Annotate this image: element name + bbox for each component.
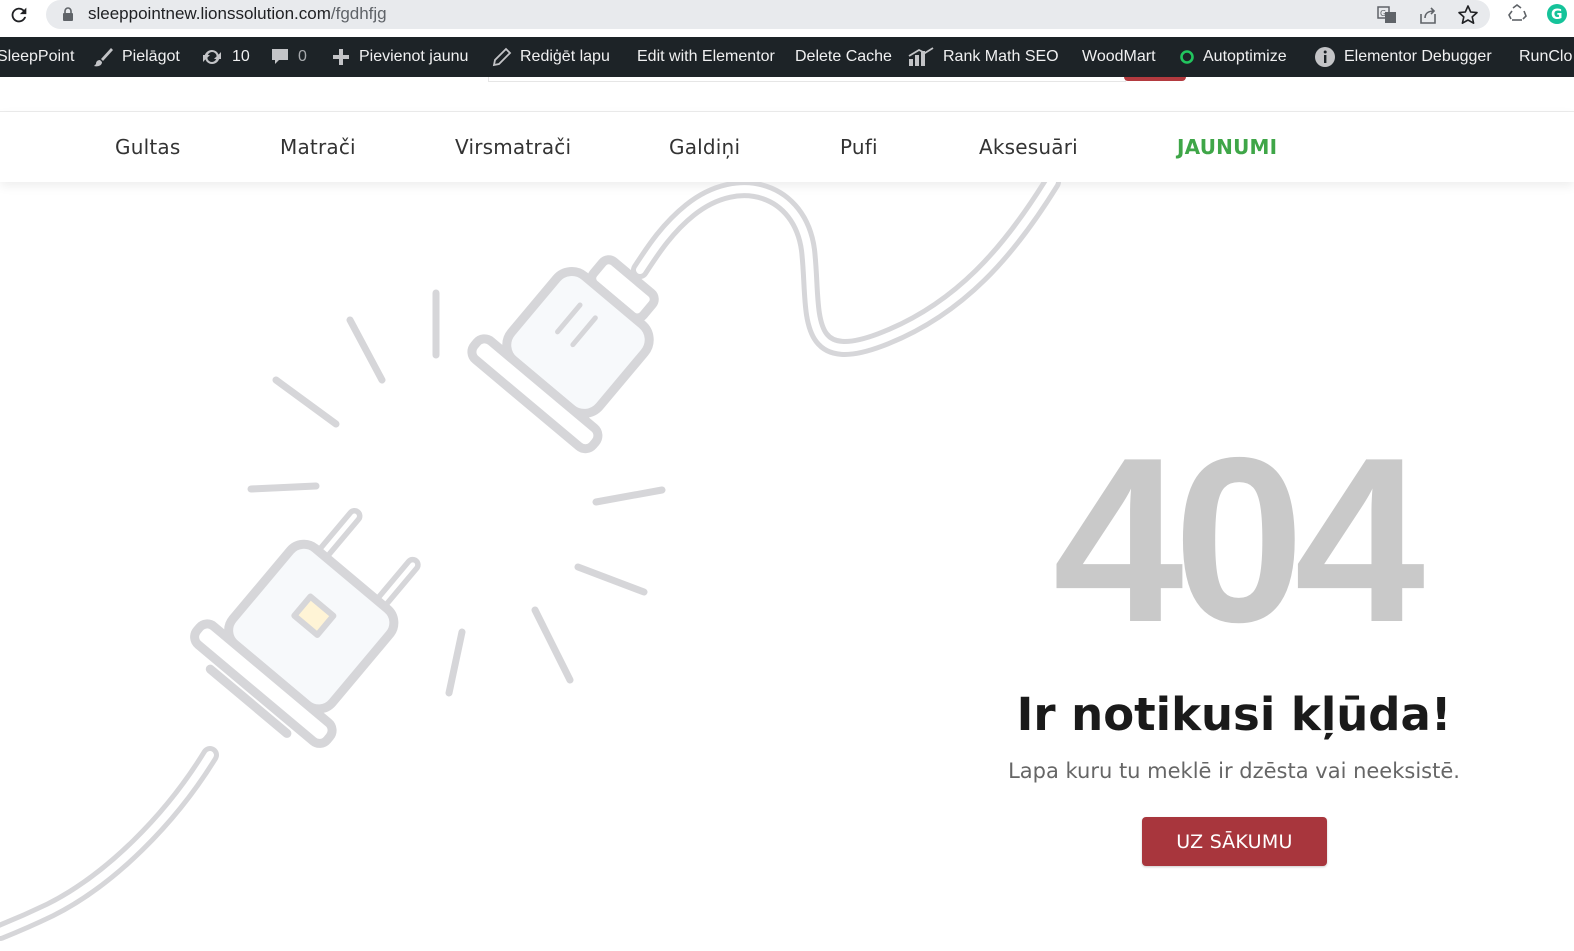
spark-line bbox=[247, 482, 320, 493]
comments-count: 0 bbox=[298, 48, 307, 65]
admin-autoptimize[interactable]: Autoptimize bbox=[1179, 37, 1287, 77]
nav-item-matraci[interactable]: Matrači bbox=[280, 112, 356, 182]
spark-line bbox=[272, 376, 340, 428]
admin-delete-cache[interactable]: Delete Cache bbox=[795, 37, 892, 77]
recycle-icon[interactable] bbox=[1506, 3, 1528, 25]
url-text[interactable]: sleeppointnew.lionssolution.com/fgdhfjg bbox=[88, 4, 387, 24]
plus-icon bbox=[333, 49, 349, 65]
runcloud-label: RunClo bbox=[1519, 48, 1573, 65]
elementor-debugger-label: Elementor Debugger bbox=[1344, 48, 1492, 65]
share-icon[interactable] bbox=[1417, 4, 1439, 26]
admin-elementor-debugger[interactable]: Elementor Debugger bbox=[1314, 37, 1492, 77]
lock-icon[interactable] bbox=[62, 7, 74, 22]
new-content-label: Pievienot jaunu bbox=[359, 48, 469, 65]
admin-new-content[interactable]: Pievienot jaunu bbox=[331, 37, 468, 77]
error-subtitle: Lapa kuru tu meklē ir dzēsta vai neeksis… bbox=[1008, 759, 1460, 783]
nav-item-aksesuari[interactable]: Aksesuāri bbox=[979, 112, 1078, 182]
admin-updates[interactable]: 10 bbox=[200, 37, 250, 77]
edit-page-label: Rediģēt lapu bbox=[520, 48, 610, 65]
translate-icon[interactable]: G bbox=[1376, 4, 1398, 26]
updates-count: 10 bbox=[232, 48, 250, 65]
browser-toolbar: sleeppointnew.lionssolution.com/fgdhfjg … bbox=[0, 0, 1574, 37]
spark-line bbox=[445, 628, 466, 697]
info-icon bbox=[1315, 47, 1335, 67]
error-code: 404 bbox=[1052, 408, 1425, 671]
status-dot-icon bbox=[1180, 50, 1194, 64]
autoptimize-label: Autoptimize bbox=[1203, 48, 1287, 65]
wp-admin-bar: SleepPoint Pielāgot 10 0 Pievienot jaunu… bbox=[0, 37, 1574, 77]
rank-math-label: Rank Math SEO bbox=[943, 48, 1059, 65]
spark-line bbox=[574, 563, 648, 596]
woodmart-label: WoodMart bbox=[1082, 48, 1156, 65]
comment-icon bbox=[272, 49, 288, 64]
nav-item-pufi[interactable]: Pufi bbox=[840, 112, 878, 182]
pencil-icon bbox=[492, 47, 512, 67]
svg-text:G: G bbox=[1380, 9, 1386, 18]
nav-item-galdini[interactable]: Galdiņi bbox=[669, 112, 740, 182]
spark-line bbox=[592, 486, 666, 506]
brush-icon bbox=[94, 48, 113, 67]
chart-icon bbox=[908, 47, 934, 66]
admin-rank-math[interactable]: Rank Math SEO bbox=[907, 37, 1059, 77]
admin-edit-elementor[interactable]: Edit with Elementor bbox=[637, 37, 775, 77]
customize-label: Pielāgot bbox=[122, 48, 180, 65]
admin-site-name[interactable]: SleepPoint bbox=[0, 37, 74, 77]
site-name-label: SleepPoint bbox=[0, 48, 75, 65]
lower-cable bbox=[0, 746, 219, 941]
admin-comments[interactable]: 0 bbox=[270, 37, 307, 77]
grammarly-icon[interactable]: G bbox=[1546, 3, 1568, 25]
delete-cache-label: Delete Cache bbox=[795, 48, 892, 65]
nav-item-jaunumi[interactable]: JAUNUMI bbox=[1177, 112, 1277, 182]
spark-line bbox=[531, 606, 574, 684]
nav-item-gultas[interactable]: Gultas bbox=[115, 112, 180, 182]
header-search-button[interactable] bbox=[1124, 77, 1186, 81]
header-search-input[interactable] bbox=[488, 77, 1126, 82]
upper-plug bbox=[467, 255, 659, 454]
svg-text:G: G bbox=[1551, 7, 1563, 23]
edit-elementor-label: Edit with Elementor bbox=[637, 48, 775, 65]
lower-plug bbox=[190, 507, 421, 748]
unplugged-cable-illustration bbox=[0, 182, 1061, 941]
address-bar[interactable]: sleeppointnew.lionssolution.com/fgdhfjg … bbox=[46, 0, 1490, 29]
star-icon[interactable] bbox=[1457, 4, 1479, 26]
refresh-icon bbox=[203, 49, 221, 65]
back-home-button[interactable]: UZ SĀKUMU bbox=[1142, 817, 1327, 866]
spark-line bbox=[346, 316, 386, 384]
admin-edit-page[interactable]: Rediģēt lapu bbox=[492, 37, 610, 77]
admin-woodmart[interactable]: WoodMart bbox=[1082, 37, 1156, 77]
reload-icon[interactable] bbox=[8, 4, 30, 26]
admin-runcloud[interactable]: RunClo bbox=[1519, 37, 1572, 77]
admin-customize[interactable]: Pielāgot bbox=[92, 37, 180, 77]
main-navigation: Gultas Matrači Virsmatrači Galdiņi Pufi … bbox=[0, 112, 1574, 182]
error-title: Ir notikusi kļūda! bbox=[1016, 688, 1452, 741]
nav-item-virsmatraci[interactable]: Virsmatrači bbox=[455, 112, 571, 182]
